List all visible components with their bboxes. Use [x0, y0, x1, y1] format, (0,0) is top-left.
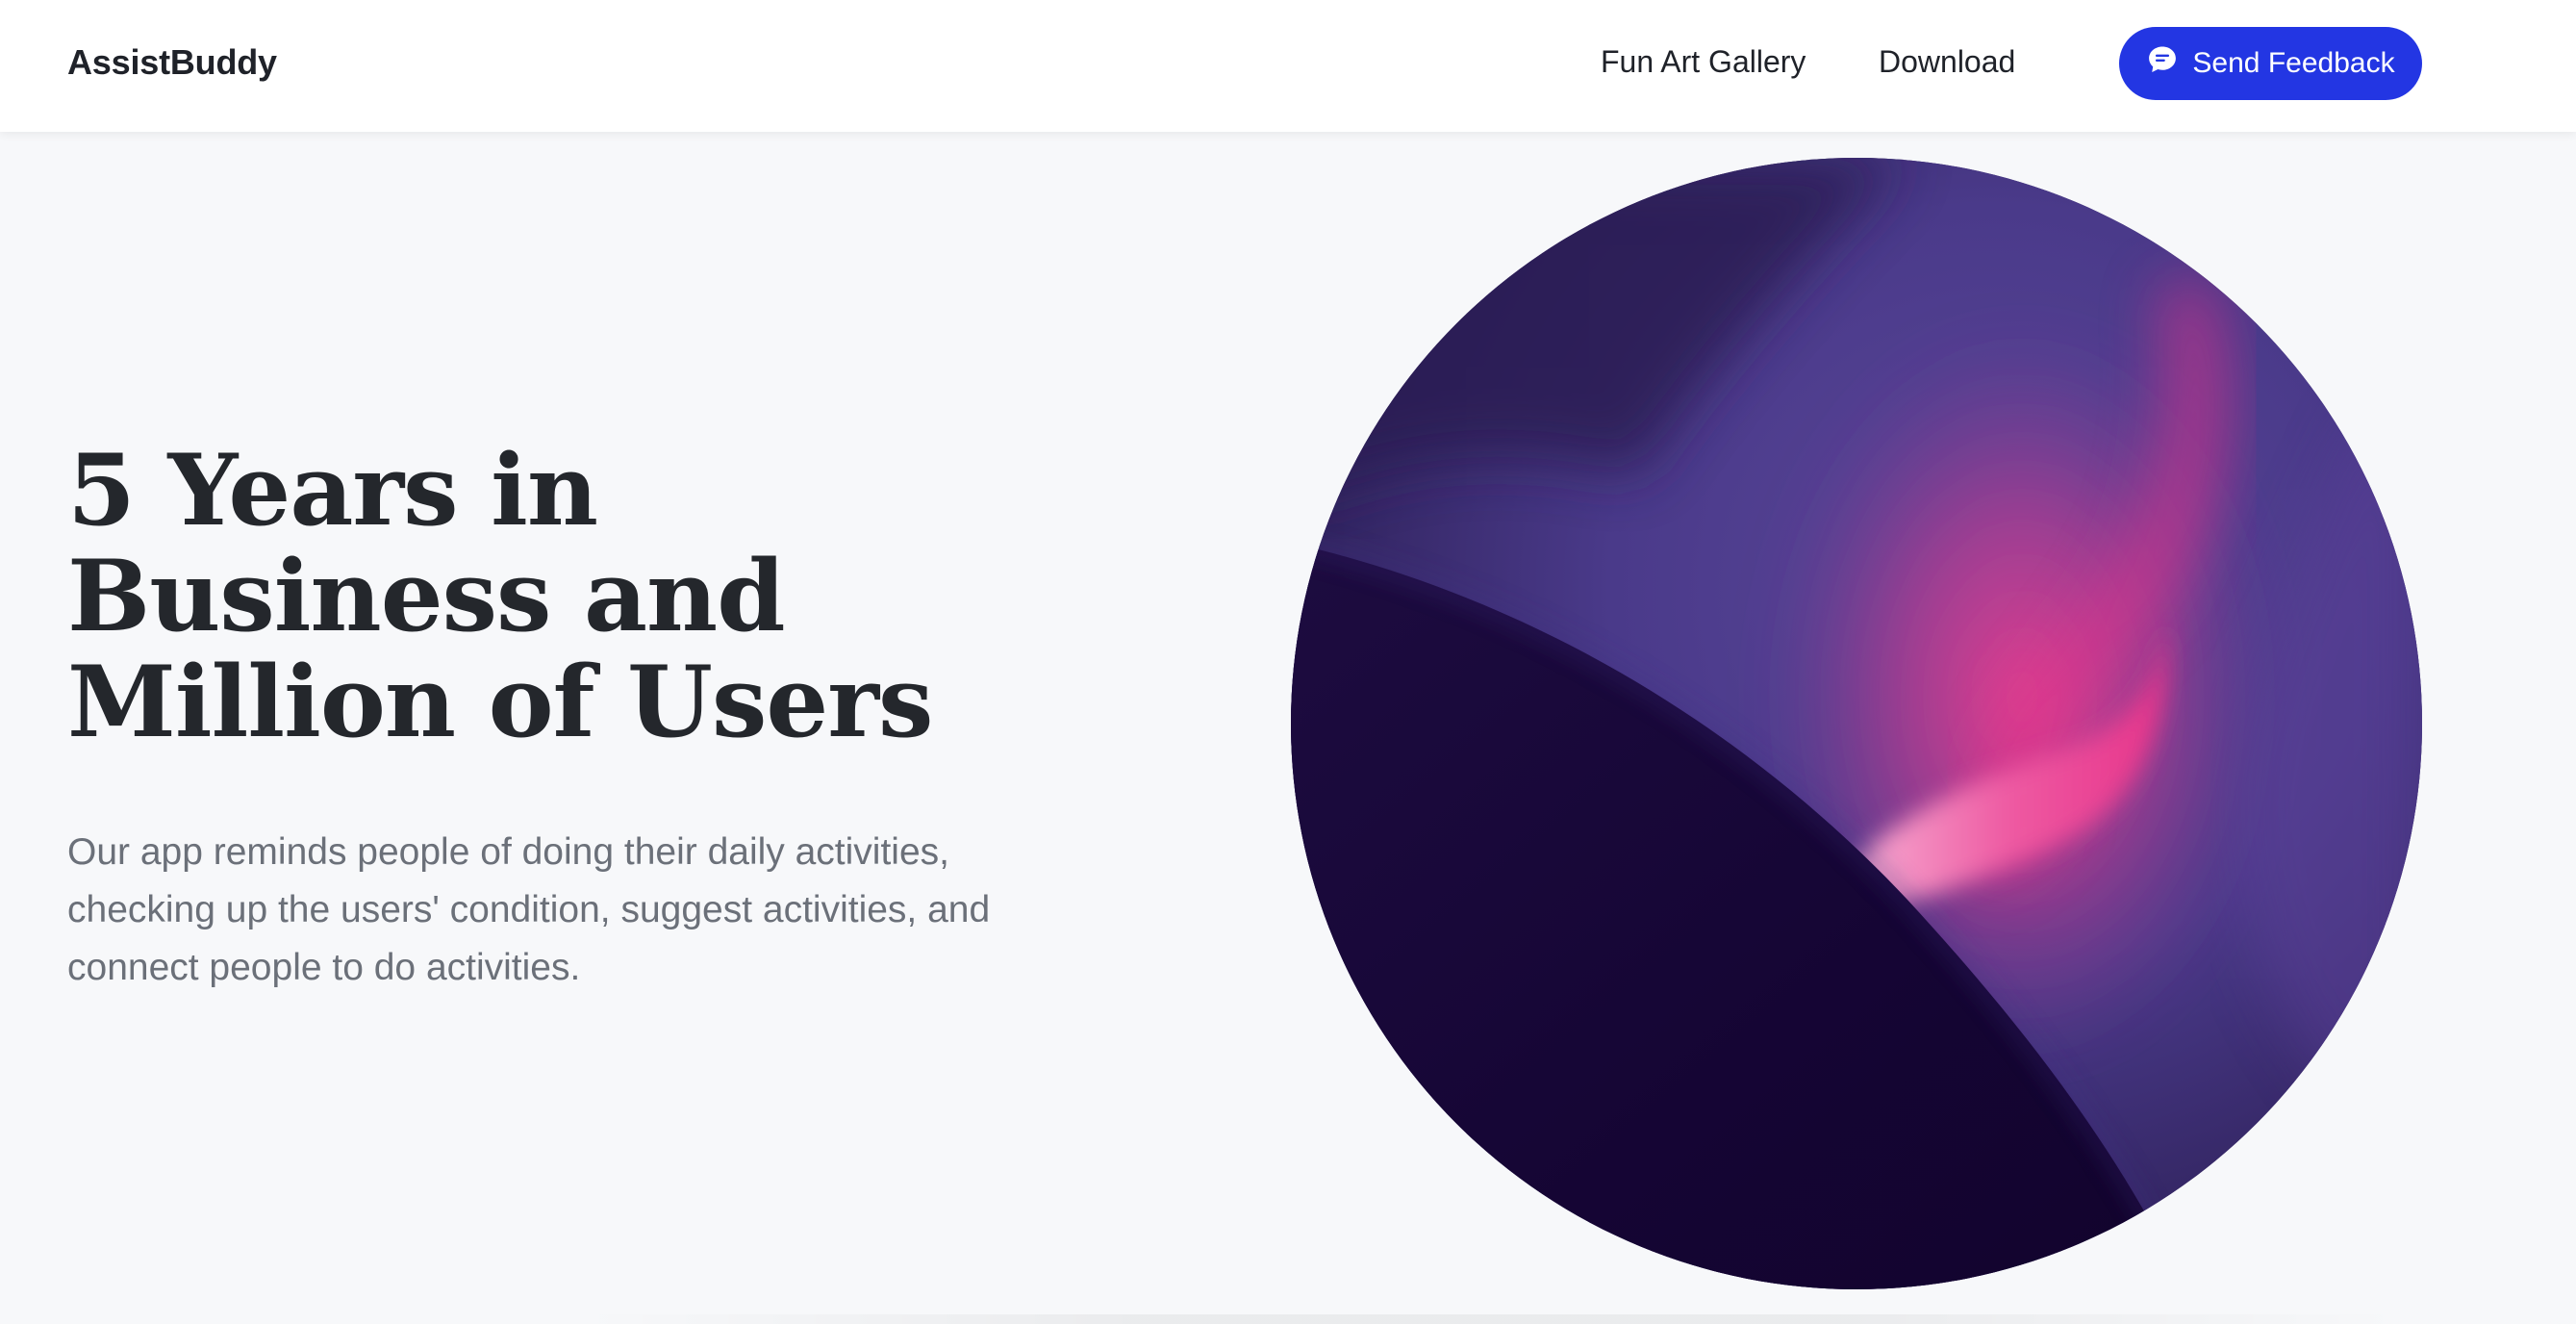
brand-logo[interactable]: AssistBuddy [67, 42, 277, 83]
hero-artwork-image [1291, 158, 2422, 1289]
send-feedback-label: Send Feedback [2192, 47, 2395, 79]
section-divider-shadow [577, 1314, 2405, 1324]
hero-description: Our app reminds people of doing their da… [67, 831, 991, 988]
nav-link-fun-art-gallery[interactable]: Fun Art Gallery [1601, 44, 1806, 80]
send-feedback-button[interactable]: Send Feedback [2119, 27, 2422, 100]
top-navbar: AssistBuddy Fun Art Gallery Download Sen… [0, 0, 2576, 132]
hero-title: 5 Years in Business and Million of Users [67, 433, 933, 760]
nav-link-download[interactable]: Download [1879, 44, 2015, 80]
chat-bubble-icon [2146, 43, 2179, 84]
